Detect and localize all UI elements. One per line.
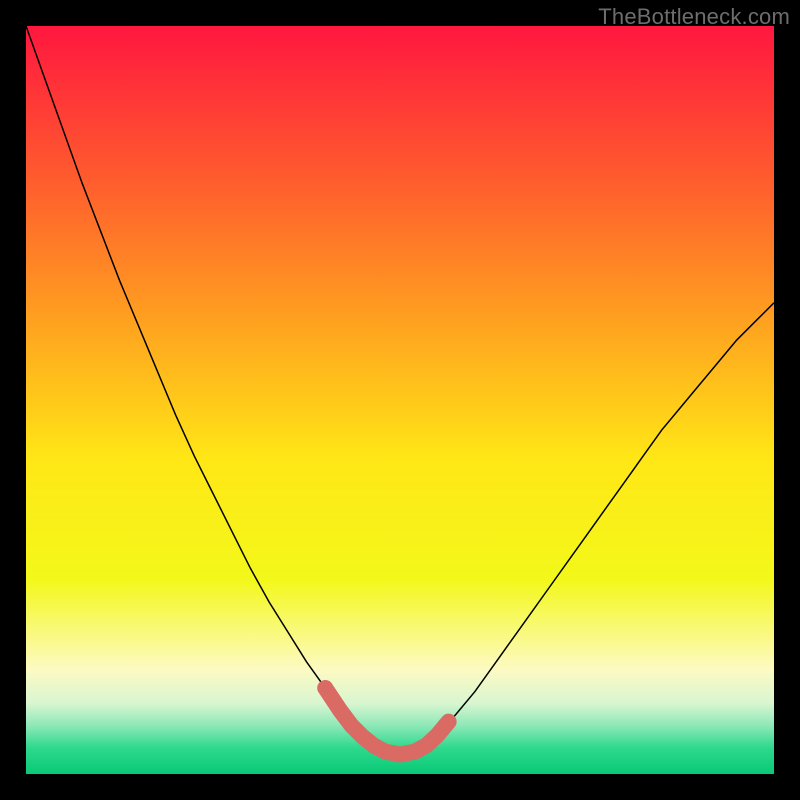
chart-background xyxy=(26,26,774,774)
chart-plot-area xyxy=(26,26,774,774)
chart-svg xyxy=(26,26,774,774)
chart-frame: TheBottleneck.com xyxy=(0,0,800,800)
